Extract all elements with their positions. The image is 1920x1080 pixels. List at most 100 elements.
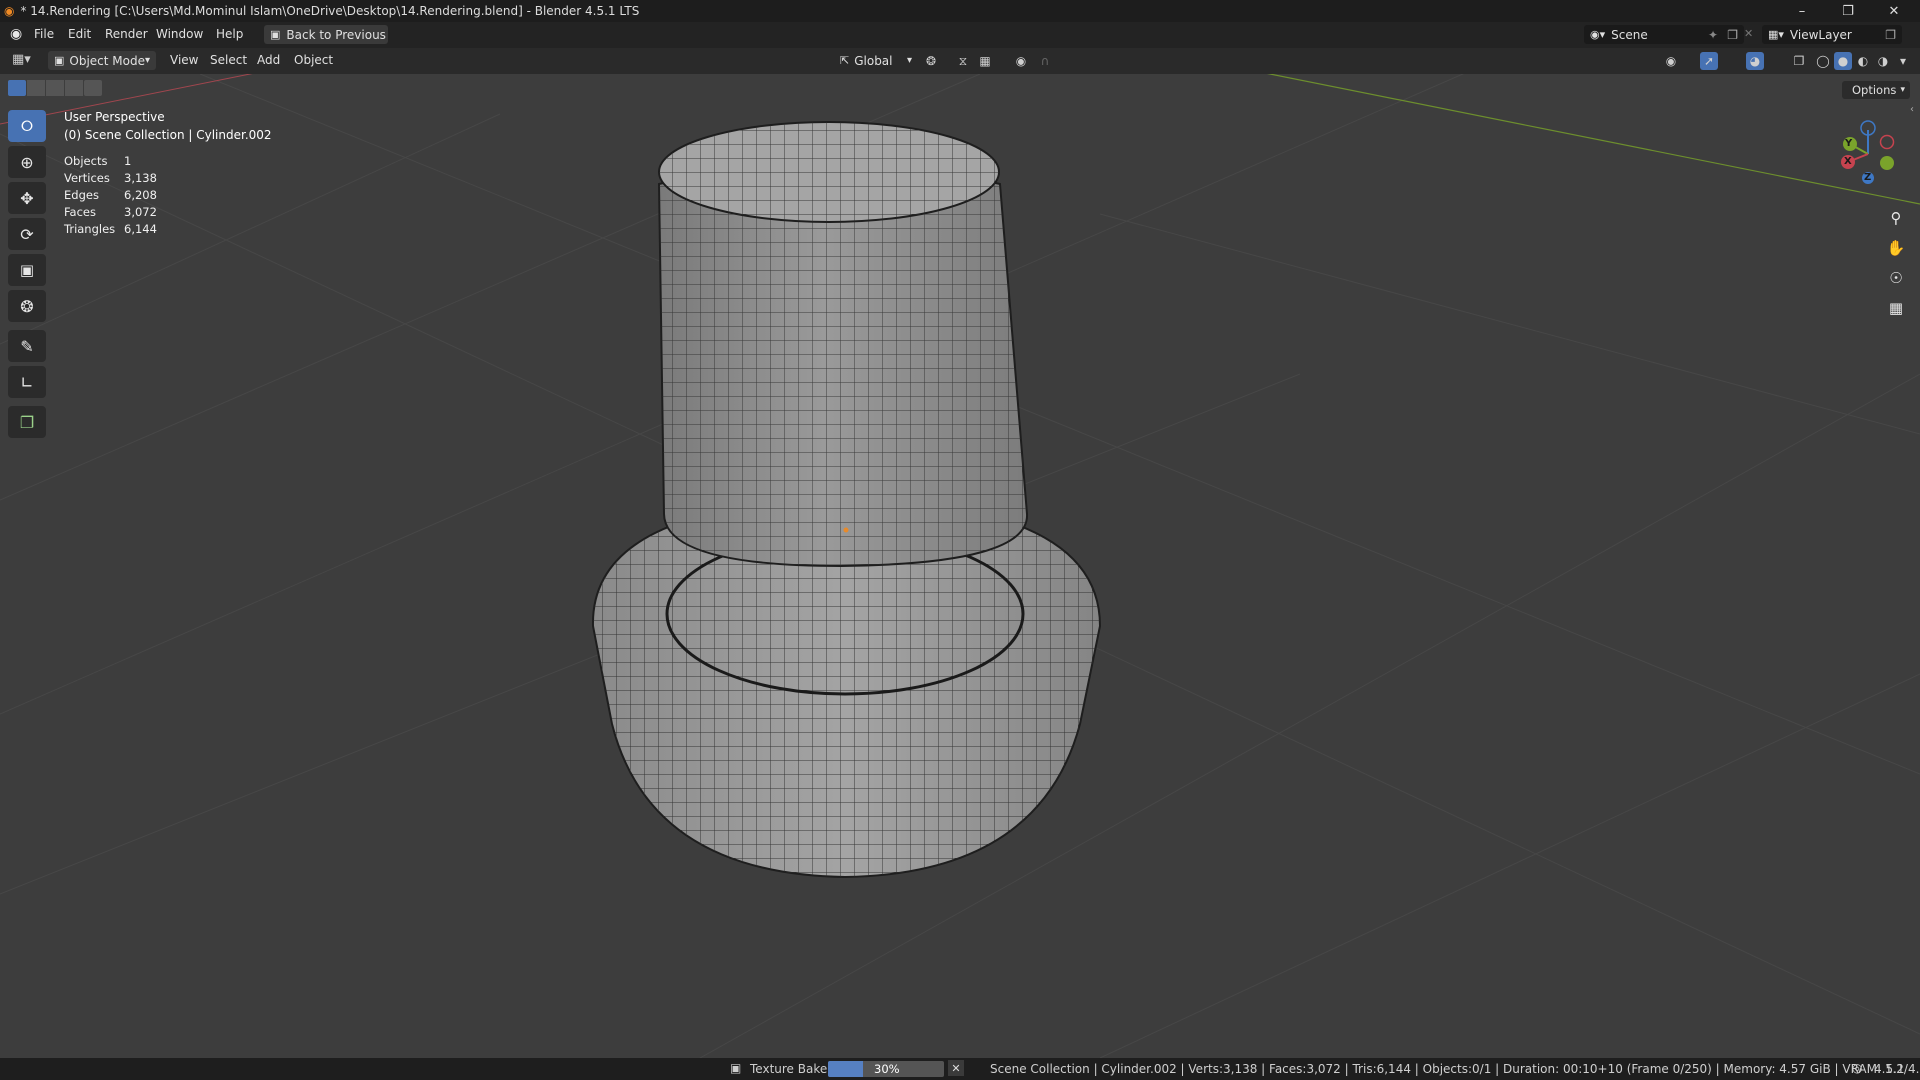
object-mode-icon: ▣ xyxy=(54,54,65,67)
camera-view-button[interactable]: ☉ xyxy=(1883,265,1909,291)
pan-button[interactable]: ✋ xyxy=(1883,235,1909,261)
snap-target-icon[interactable]: ▦ xyxy=(976,52,994,70)
snap-toggle-icon[interactable]: ⧖ xyxy=(954,52,972,70)
cursor-icon: ⊕ xyxy=(20,152,34,172)
falloff-icon[interactable]: ∩ xyxy=(1036,52,1054,70)
back-to-previous-button[interactable]: ▣ Back to Previous xyxy=(264,25,388,44)
title-bar: ◉ * 14.Rendering [C:\Users\Md.Mominul Is… xyxy=(0,0,1920,22)
rotate-tool[interactable]: ⟳ xyxy=(8,218,46,250)
pin-icon[interactable]: ✦ xyxy=(1708,28,1718,42)
new-view-layer-icon[interactable]: ❐ xyxy=(1885,28,1896,42)
viewport-scene xyxy=(0,74,1920,1058)
camera-icon: ☉ xyxy=(1889,269,1903,287)
mode-label: Object Mode xyxy=(69,53,145,68)
status-info: Scene Collection | Cylinder.002 | Verts:… xyxy=(990,1062,1920,1076)
add-cube-tool[interactable]: ❐ xyxy=(8,406,46,438)
stat-faces-label: Faces xyxy=(64,205,96,219)
chevron-down-icon: ▾ xyxy=(144,55,150,66)
annotate-icon: ✎ xyxy=(20,336,34,356)
network-icon: ◎ xyxy=(1852,1061,1863,1075)
measure-icon: ∟ xyxy=(20,372,34,392)
select-invert-icon[interactable] xyxy=(65,80,83,96)
view-layer-selector[interactable]: ▦▾ ViewLayer ❐ xyxy=(1762,25,1902,44)
menu-render[interactable]: Render xyxy=(105,27,148,41)
transform-tool[interactable]: ❂ xyxy=(8,290,46,322)
collection-label: (0) Scene Collection | Cylinder.002 xyxy=(64,128,272,142)
stat-vertices-label: Vertices xyxy=(64,171,110,185)
menu-object[interactable]: Object xyxy=(294,53,333,67)
cursor-tool[interactable]: ⊕ xyxy=(8,146,46,178)
transform-orientation-selector[interactable]: ⇱ Global ▾ xyxy=(838,51,914,70)
menu-window[interactable]: Window xyxy=(156,27,203,41)
select-new-icon[interactable] xyxy=(8,80,26,96)
editor-type-icon[interactable]: ▦▾ xyxy=(12,52,31,67)
chevron-down-icon: ▾ xyxy=(1900,85,1905,95)
menu-help[interactable]: Help xyxy=(216,27,243,41)
stat-objects-label: Objects xyxy=(64,154,108,168)
scale-tool[interactable]: ▣ xyxy=(8,254,46,286)
zoom-icon: ⚲ xyxy=(1890,209,1902,227)
menu-edit[interactable]: Edit xyxy=(68,27,91,41)
object-origin xyxy=(843,527,849,533)
ortho-toggle-button[interactable]: ▦ xyxy=(1883,295,1909,321)
options-button[interactable]: Options ▾ xyxy=(1842,81,1910,99)
shading-options-icon[interactable]: ▾ xyxy=(1894,52,1912,70)
rendered-shading-icon[interactable]: ◑ xyxy=(1874,52,1892,70)
transform-icon: ❂ xyxy=(20,296,34,316)
move-tool[interactable]: ✥ xyxy=(8,182,46,214)
maximize-button[interactable]: ❐ xyxy=(1826,0,1870,22)
stat-edges-label: Edges xyxy=(64,188,99,202)
overlay-toggle-icon[interactable]: ◕ xyxy=(1746,52,1764,70)
annotate-tool[interactable]: ✎ xyxy=(8,330,46,362)
stat-vertices-value: 3,138 xyxy=(124,171,157,185)
back-to-previous-label: Back to Previous xyxy=(286,27,386,42)
sidebar-toggle-icon[interactable]: ‹ xyxy=(1910,104,1914,115)
perspective-label: User Perspective xyxy=(64,110,165,124)
material-shading-icon[interactable]: ◐ xyxy=(1854,52,1872,70)
wireframe-shading-icon[interactable]: ◯ xyxy=(1814,52,1832,70)
select-extend-icon[interactable] xyxy=(27,80,45,96)
scale-icon: ▣ xyxy=(19,261,35,279)
stat-objects-value: 1 xyxy=(124,154,132,168)
gizmo-x-label: X xyxy=(1844,156,1852,167)
measure-tool[interactable]: ∟ xyxy=(8,366,46,398)
menu-bar: ◉ File Edit Render Window Help ▣ Back to… xyxy=(0,22,1920,48)
scene-icon: ◉▾ xyxy=(1590,28,1606,41)
3d-viewport[interactable]: ⭘ ⊕ ✥ ⟳ ▣ ❂ ✎ ∟ ❐ User Perspective (0) S… xyxy=(0,74,1920,1058)
delete-scene-icon[interactable]: ✕ xyxy=(1744,27,1753,40)
close-button[interactable]: ✕ xyxy=(1872,0,1916,22)
back-icon: ▣ xyxy=(270,28,281,41)
scene-selector[interactable]: ◉▾ Scene ✦ ❐ xyxy=(1584,25,1744,44)
mode-selector[interactable]: ▣ Object Mode ▾ xyxy=(48,51,156,70)
stat-edges-value: 6,208 xyxy=(124,188,157,202)
blender-menu-icon[interactable]: ◉ xyxy=(10,26,22,42)
select-subtract-icon[interactable] xyxy=(46,80,64,96)
job-label: Texture Bake xyxy=(750,1062,828,1076)
cancel-job-icon[interactable]: ✕ xyxy=(948,1060,964,1076)
hand-icon: ✋ xyxy=(1886,239,1906,257)
new-scene-icon[interactable]: ❐ xyxy=(1727,28,1738,42)
orientation-label: Global xyxy=(854,53,893,68)
menu-file[interactable]: File xyxy=(34,27,54,41)
zoom-button[interactable]: ⚲ xyxy=(1883,205,1909,231)
window-title: * 14.Rendering [C:\Users\Md.Mominul Isla… xyxy=(20,4,640,18)
visibility-icon[interactable]: ◉ xyxy=(1662,52,1680,70)
menu-select[interactable]: Select xyxy=(210,53,247,67)
gizmo-toggle-icon[interactable]: ➚ xyxy=(1700,52,1718,70)
minimize-button[interactable]: – xyxy=(1780,0,1824,22)
grid-icon: ▦ xyxy=(1888,299,1904,317)
select-box-tool[interactable]: ⭘ xyxy=(8,110,46,142)
menu-add[interactable]: Add xyxy=(257,53,280,67)
select-intersect-icon[interactable] xyxy=(84,80,102,96)
menu-view[interactable]: View xyxy=(170,53,198,67)
version-label: 4.5.1 xyxy=(1874,1062,1905,1076)
proportional-edit-icon[interactable]: ◉ xyxy=(1012,52,1030,70)
xray-toggle-icon[interactable]: ❐ xyxy=(1790,52,1808,70)
selection-mode-group xyxy=(8,80,102,96)
move-icon: ✥ xyxy=(20,188,34,208)
pivot-icon[interactable]: ❂ xyxy=(922,52,940,70)
gizmo-z-label: Z xyxy=(1864,172,1872,183)
solid-shading-icon[interactable]: ● xyxy=(1834,52,1852,70)
job-progress-text: 30% xyxy=(874,1062,900,1076)
select-box-icon: ⭘ xyxy=(20,117,33,135)
